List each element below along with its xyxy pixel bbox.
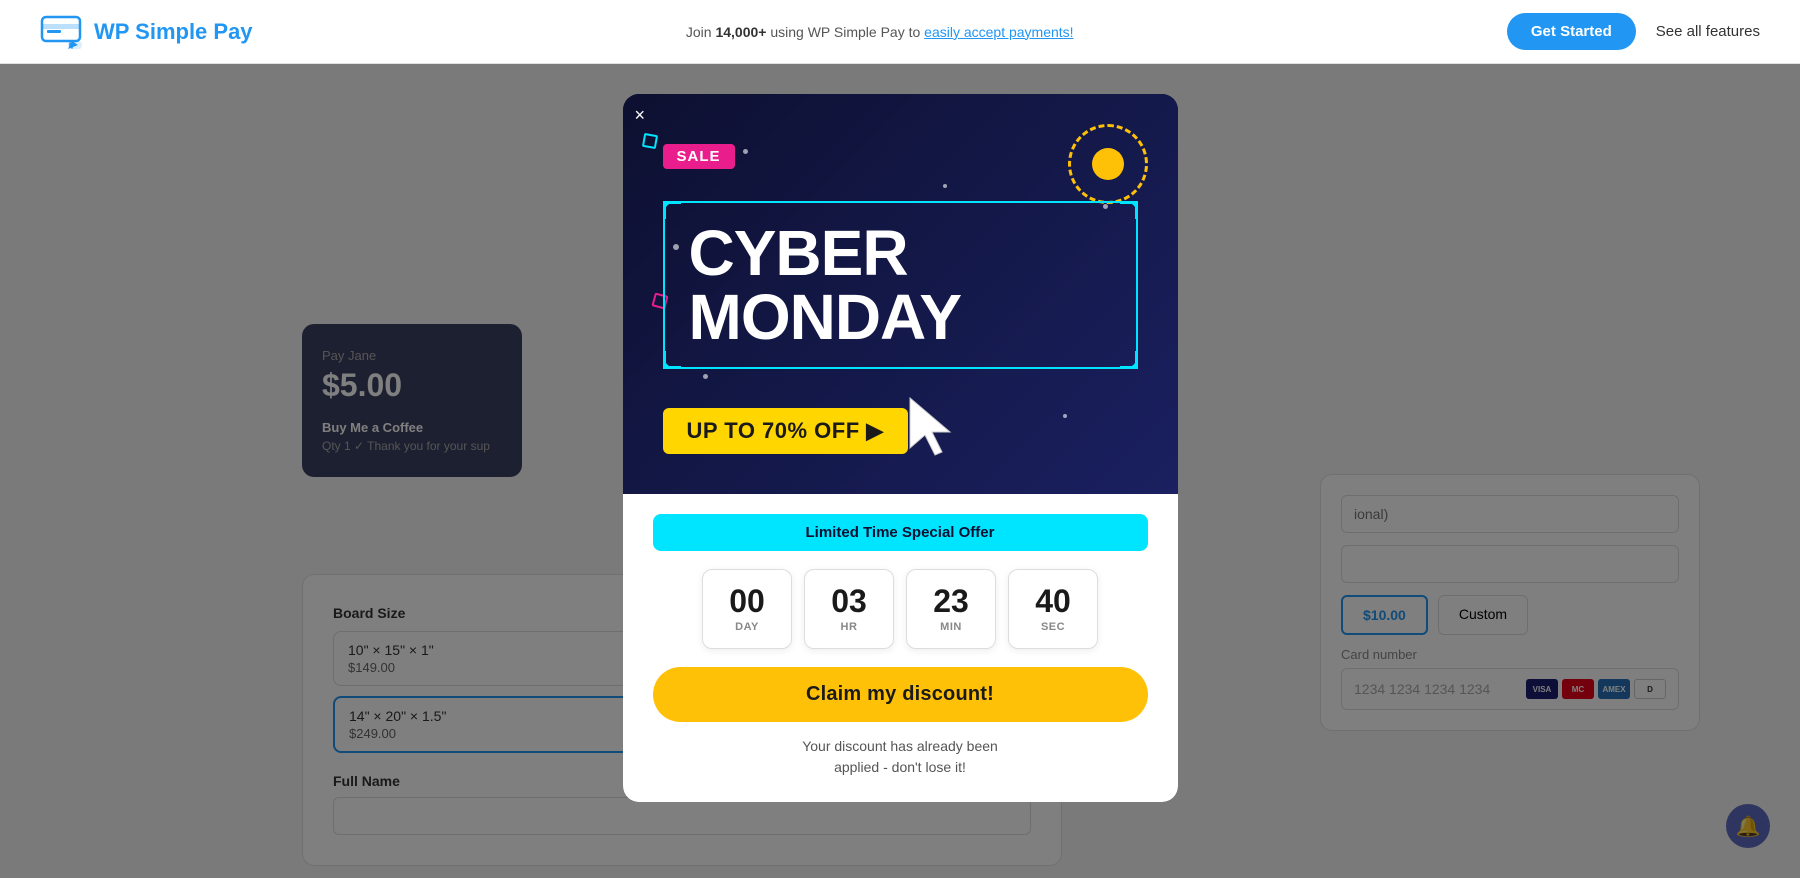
countdown-sec-label: SEC: [1041, 621, 1065, 633]
countdown-sec-value: 40: [1035, 585, 1071, 617]
header-right: Get Started See all features: [1507, 13, 1760, 50]
countdown-sec: 40 SEC: [1008, 569, 1098, 649]
bracket-tr: [1120, 201, 1138, 219]
bracket-bl: [663, 351, 681, 369]
countdown-day-label: DAY: [735, 621, 759, 633]
modal-hero: SALE CYBER MONDAY UP TO 70% OFF ▶: [623, 94, 1178, 494]
logo-icon: [40, 15, 84, 49]
header-tagline: Join 14,000+ using WP Simple Pay to easi…: [686, 24, 1074, 40]
claim-discount-button[interactable]: Claim my discount!: [653, 667, 1148, 722]
header: WP Simple Pay Join 14,000+ using WP Simp…: [0, 0, 1800, 64]
limited-offer-banner: Limited Time Special Offer: [653, 514, 1148, 551]
countdown-hr-value: 03: [831, 585, 867, 617]
cyber-line2: MONDAY: [689, 285, 1112, 349]
countdown-day-value: 00: [729, 585, 765, 617]
cursor-icon: [900, 393, 970, 463]
float-square-1: [641, 133, 657, 149]
countdown: 00 DAY 03 HR 23 MIN 40 SEC: [653, 569, 1148, 649]
countdown-hr-label: HR: [841, 621, 858, 633]
bracket-tl: [663, 201, 681, 219]
discount-applied-text: Your discount has already been applied -…: [653, 736, 1148, 778]
countdown-min: 23 MIN: [906, 569, 996, 649]
modal-bottom: Limited Time Special Offer 00 DAY 03 HR …: [623, 494, 1178, 802]
countdown-hr: 03 HR: [804, 569, 894, 649]
tagline-link[interactable]: easily accept payments!: [924, 24, 1073, 40]
see-all-features-link[interactable]: See all features: [1656, 23, 1760, 40]
countdown-day: 00 DAY: [702, 569, 792, 649]
discount-row: UP TO 70% OFF ▶: [663, 383, 1138, 463]
modal-overlay: ×: [0, 64, 1800, 878]
get-started-button[interactable]: Get Started: [1507, 13, 1636, 50]
bracket-br: [1120, 351, 1138, 369]
cyber-box: CYBER MONDAY: [663, 201, 1138, 369]
modal: ×: [623, 94, 1178, 802]
discount-band: UP TO 70% OFF ▶: [663, 408, 908, 454]
cyber-monday-container: SALE CYBER MONDAY UP TO 70% OFF ▶: [663, 144, 1138, 463]
countdown-min-label: MIN: [940, 621, 962, 633]
cyber-line1: CYBER: [689, 221, 1112, 285]
sale-badge: SALE: [663, 144, 735, 169]
logo: WP Simple Pay: [40, 15, 253, 49]
logo-text: WP Simple Pay: [94, 19, 253, 45]
modal-close-button[interactable]: ×: [635, 106, 646, 124]
page-background: Pay Jane $5.00 Buy Me a Coffee Qty 1 ✓ T…: [0, 64, 1800, 878]
countdown-min-value: 23: [933, 585, 969, 617]
